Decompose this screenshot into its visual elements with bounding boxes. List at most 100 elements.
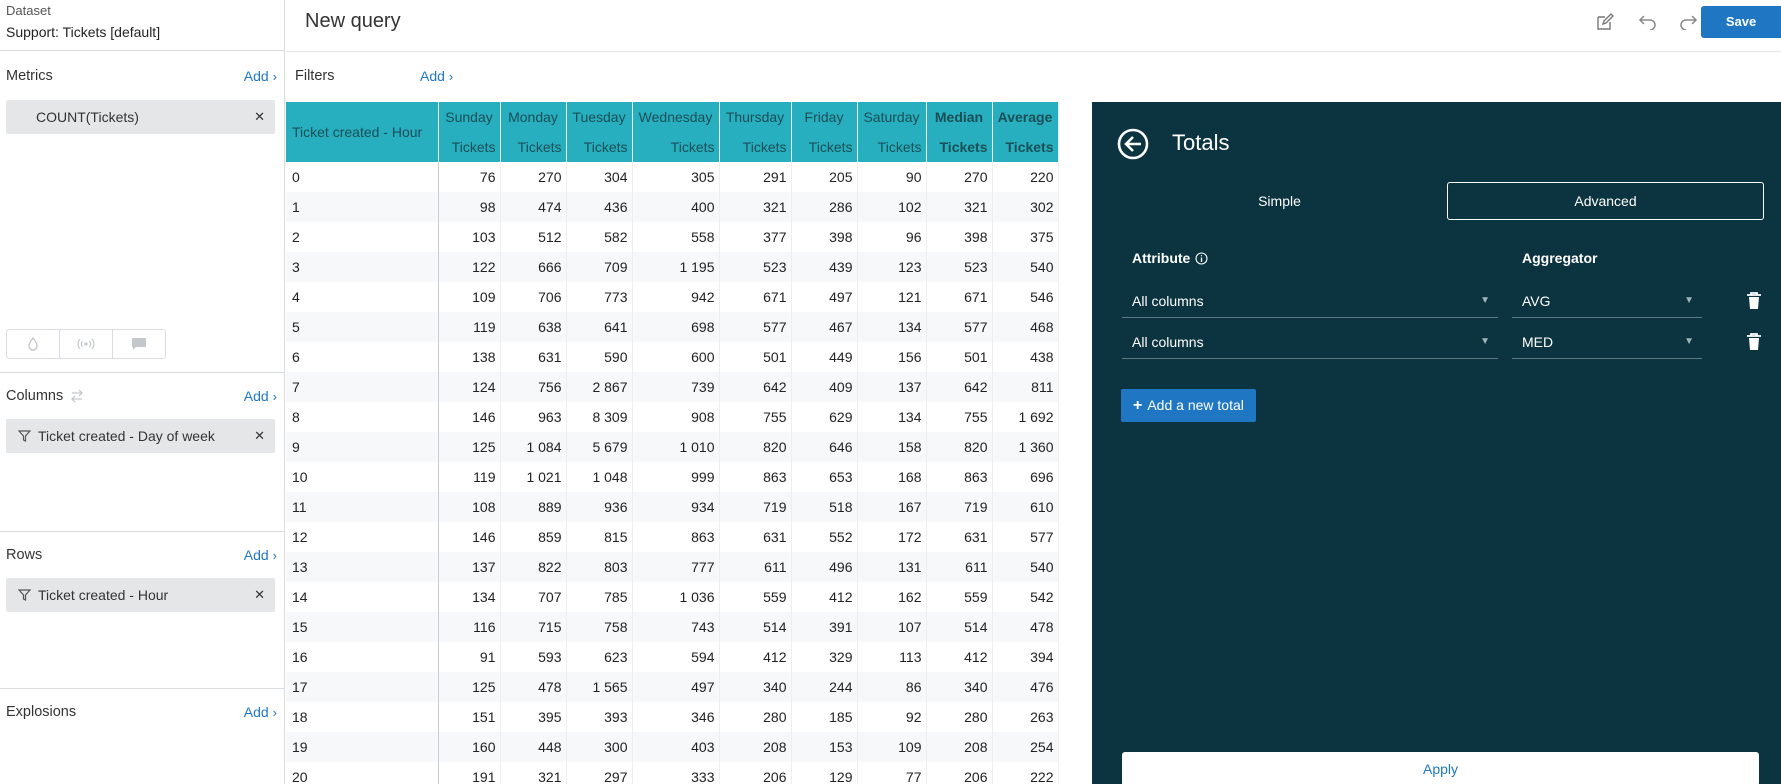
remove-metric-icon[interactable]: ✕	[254, 109, 265, 125]
column-header[interactable]: Saturday Tickets	[857, 102, 927, 162]
table-cell: 107	[857, 612, 927, 642]
dataset-value[interactable]: Support: Tickets [default]	[6, 22, 278, 42]
table-cell: 642	[719, 372, 792, 402]
table-cell: 329	[791, 642, 858, 672]
add-row-link[interactable]: Add ›	[244, 547, 277, 563]
back-arrow-icon[interactable]	[1116, 127, 1150, 161]
edit-icon[interactable]	[1595, 12, 1615, 32]
table-cell: 222	[992, 762, 1059, 784]
table-cell: 478	[992, 612, 1059, 642]
metric-pill[interactable]: COUNT(Tickets) ✕	[6, 100, 275, 134]
table-cell: 820	[719, 432, 792, 462]
column-header-label: Thursday	[725, 109, 785, 125]
row-label-cell: 9	[286, 432, 439, 462]
color-drop-button[interactable]	[6, 329, 60, 359]
table-cell: 671	[719, 282, 792, 312]
add-explosion-link[interactable]: Add ›	[244, 704, 277, 720]
row-label-cell: 10	[286, 462, 439, 492]
chevron-down-icon: ▼	[1684, 336, 1694, 347]
row-label-cell: 17	[286, 672, 439, 702]
row-pill[interactable]: Ticket created - Hour ✕	[6, 578, 275, 612]
table-cell: 123	[857, 252, 927, 282]
column-header[interactable]: Thursday Tickets	[719, 102, 792, 162]
column-header-metric: Tickets	[1005, 139, 1054, 155]
add-column-link[interactable]: Add ›	[244, 388, 277, 404]
table-cell: 707	[500, 582, 567, 612]
metrics-section: Metrics Add › COUNT(Tickets) ✕	[0, 52, 285, 134]
remove-column-icon[interactable]: ✕	[254, 428, 265, 444]
row-label-cell: 7	[286, 372, 439, 402]
chevron-down-icon: ▼	[1480, 295, 1490, 306]
table-cell: 756	[500, 372, 567, 402]
table-cell: 121	[857, 282, 927, 312]
attribute-select-1[interactable]: All columns ▼	[1122, 284, 1498, 318]
table-cell: 863	[719, 462, 792, 492]
table-cell: 908	[632, 402, 720, 432]
swap-icon[interactable]	[69, 389, 85, 403]
row-dimension-header[interactable]: Ticket created - Hour	[286, 102, 439, 162]
add-metric-link[interactable]: Add ›	[244, 68, 277, 84]
remove-row-icon[interactable]: ✕	[254, 587, 265, 603]
query-title[interactable]: New query	[305, 10, 401, 33]
table-cell: 391	[791, 612, 858, 642]
table-cell: 254	[992, 732, 1059, 762]
table-cell: 963	[500, 402, 567, 432]
broadcast-button[interactable]	[59, 329, 113, 359]
aggregator-select-2[interactable]: MED ▼	[1512, 325, 1702, 359]
chevron-down-icon: ▼	[1480, 336, 1490, 347]
table-row: 7 124 756 2 867 739 642 409 137 642 811	[286, 372, 1059, 402]
aggregator-select-1[interactable]: AVG ▼	[1512, 284, 1702, 318]
delete-total-1-trash-icon[interactable]	[1746, 292, 1762, 310]
table-cell: 859	[500, 522, 567, 552]
save-button[interactable]: Save	[1701, 6, 1781, 38]
column-header[interactable]: Monday Tickets	[500, 102, 567, 162]
add-new-total-button[interactable]: + Add a new total	[1121, 389, 1256, 422]
filters-bar: Filters Add ›	[286, 52, 1781, 102]
column-header[interactable]: Tuesday Tickets	[566, 102, 633, 162]
table-row: 6 138 631 590 600 501 449 156 501 438	[286, 342, 1059, 372]
table-cell: 286	[791, 192, 858, 222]
column-header[interactable]: Friday Tickets	[791, 102, 858, 162]
add-filter-link[interactable]: Add ›	[420, 68, 453, 84]
redo-icon[interactable]	[1679, 12, 1699, 32]
column-header[interactable]: Sunday Tickets	[438, 102, 501, 162]
simple-tab[interactable]: Simple	[1121, 182, 1438, 220]
table-cell: 476	[992, 672, 1059, 702]
table-row: 19 160 448 300 403 208 153 109 208 254	[286, 732, 1059, 762]
table-cell: 696	[992, 462, 1059, 492]
table-cell: 138	[438, 342, 501, 372]
table-cell: 600	[632, 342, 720, 372]
table-cell: 706	[500, 282, 567, 312]
metric-pill-label: COUNT(Tickets)	[36, 109, 139, 125]
row-pill-label: Ticket created - Hour	[38, 587, 169, 603]
filter-icon	[18, 589, 31, 601]
table-cell: 719	[719, 492, 792, 522]
row-label-cell: 19	[286, 732, 439, 762]
table-cell: 785	[566, 582, 633, 612]
advanced-tab[interactable]: Advanced	[1447, 182, 1764, 220]
column-pill[interactable]: Ticket created - Day of week ✕	[6, 419, 275, 453]
attribute-select-2[interactable]: All columns ▼	[1122, 325, 1498, 359]
table-cell: 108	[438, 492, 501, 522]
explosions-section: Explosions Add ›	[0, 688, 285, 735]
table-cell: 559	[719, 582, 792, 612]
table-row: 9 125 1 084 5 679 1 010 820 646 158 820 1 360	[286, 432, 1059, 462]
table-cell: 610	[992, 492, 1059, 522]
comment-button[interactable]	[112, 329, 166, 359]
undo-icon[interactable]	[1637, 12, 1657, 32]
table-cell: 340	[719, 672, 792, 702]
column-header[interactable]: Wednesday Tickets	[632, 102, 720, 162]
delete-total-2-trash-icon[interactable]	[1746, 333, 1762, 351]
pivot-table-container[interactable]: Ticket created - Hour Sunday Tickets Monday…	[286, 102, 1064, 784]
table-cell: 501	[719, 342, 792, 372]
column-header[interactable]: Median Tickets	[926, 102, 993, 162]
dataset-selector[interactable]: Dataset Support: Tickets [default]	[0, 0, 284, 51]
table-cell: 393	[566, 702, 633, 732]
table-row: 20 191 321 297 333 206 129 77 206 222	[286, 762, 1059, 784]
filter-icon	[18, 430, 31, 442]
table-cell: 889	[500, 492, 567, 522]
apply-button[interactable]: Apply	[1122, 752, 1759, 784]
info-icon[interactable]	[1195, 251, 1208, 265]
table-cell: 755	[926, 402, 993, 432]
column-header[interactable]: Average Tickets	[992, 102, 1059, 162]
